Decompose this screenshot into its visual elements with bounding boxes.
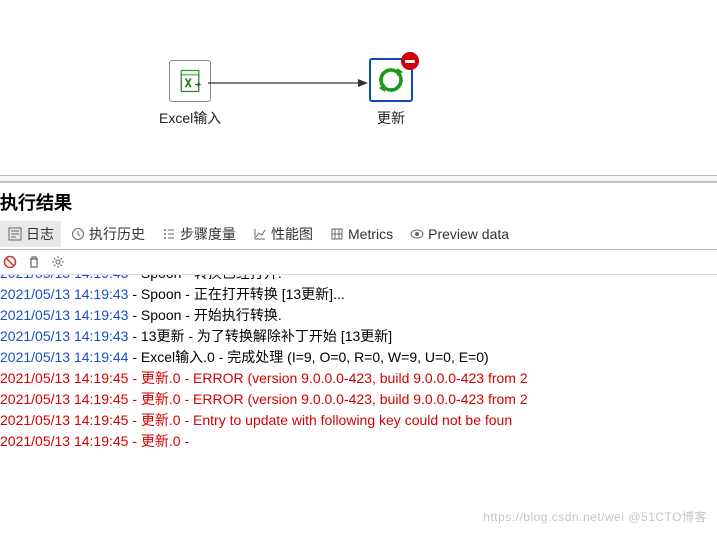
execution-results-panel: 执行结果 日志 执行历史 步骤度量 性能图 (0, 182, 717, 452)
trash-icon[interactable] (26, 254, 42, 270)
tab-label: Preview data (428, 226, 509, 242)
log-line: 2021/05/13 14:19:43 - Spoon - 正在打开转换 [13… (0, 284, 717, 305)
tab-label: 性能图 (271, 224, 313, 244)
node-label: Excel输入 (159, 108, 221, 128)
refresh-icon (369, 58, 413, 102)
log-line: 2021/05/13 14:19:43 - Spoon - 转换已经打开. (0, 275, 717, 284)
excel-icon (169, 60, 211, 102)
node-label: 更新 (377, 108, 405, 128)
history-icon (70, 226, 86, 242)
tab-label: 步骤度量 (180, 224, 236, 244)
log-line: 2021/05/13 14:19:45 - 更新.0 - Entry to up… (0, 410, 717, 431)
log-line: 2021/05/13 14:19:45 - 更新.0 - ERROR (vers… (0, 368, 717, 389)
tab-performance[interactable]: 性能图 (245, 221, 320, 247)
tabs-bar: 日志 执行历史 步骤度量 性能图 Metrics (0, 219, 717, 250)
log-output[interactable]: 2021/05/13 14:19:43 - Spoon - 转换已经打开.202… (0, 275, 717, 452)
tab-label: 日志 (26, 224, 54, 244)
clear-log-icon[interactable] (2, 254, 18, 270)
panel-title: 执行结果 (0, 183, 717, 219)
connector-arrow (208, 78, 370, 88)
error-badge-icon (401, 52, 419, 70)
node-update[interactable]: 更新 (369, 58, 413, 128)
node-excel-input[interactable]: Excel输入 (159, 60, 221, 128)
log-toolbar (0, 250, 717, 275)
eye-icon (409, 226, 425, 242)
log-icon (7, 226, 23, 242)
log-line: 2021/05/13 14:19:43 - 13更新 - 为了转换解除补丁开始 … (0, 326, 717, 347)
tab-preview[interactable]: Preview data (402, 223, 516, 245)
watermark: https://blog.csdn.net/wei @51CTO博客 (483, 508, 707, 525)
pane-divider[interactable] (0, 175, 717, 182)
log-line: 2021/05/13 14:19:45 - 更新.0 - ERROR (vers… (0, 389, 717, 410)
list-icon (161, 226, 177, 242)
tab-label: Metrics (348, 226, 393, 242)
metrics-icon (329, 226, 345, 242)
chart-icon (252, 226, 268, 242)
tab-label: 执行历史 (89, 224, 145, 244)
tab-history[interactable]: 执行历史 (63, 221, 152, 247)
transformation-canvas[interactable]: Excel输入 更新 (0, 0, 717, 175)
log-line: 2021/05/13 14:19:44 - Excel输入.0 - 完成处理 (… (0, 347, 717, 368)
tab-log[interactable]: 日志 (0, 221, 61, 247)
tab-step-metrics[interactable]: 步骤度量 (154, 221, 243, 247)
tab-metrics[interactable]: Metrics (322, 223, 400, 245)
log-line: 2021/05/13 14:19:45 - 更新.0 - (0, 431, 717, 452)
log-line: 2021/05/13 14:19:43 - Spoon - 开始执行转换. (0, 305, 717, 326)
settings-icon[interactable] (50, 254, 66, 270)
